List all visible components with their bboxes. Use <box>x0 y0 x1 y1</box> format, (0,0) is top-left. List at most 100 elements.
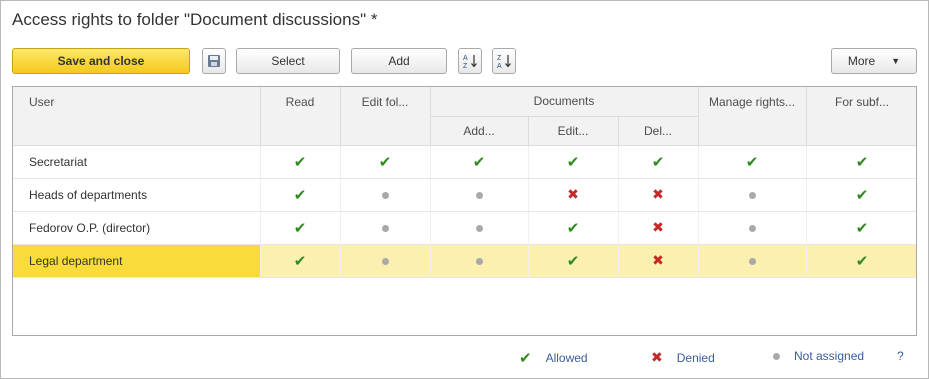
table-row[interactable]: Heads of departments ✔ ✖ ✖ ✔ <box>13 178 916 212</box>
check-icon: ✔ <box>472 153 486 171</box>
legend-denied-link[interactable]: Denied <box>677 351 715 365</box>
check-icon: ✔ <box>651 153 665 171</box>
cell-change-folder[interactable] <box>340 244 431 278</box>
sort-ascending-icon: A Z <box>463 55 477 69</box>
check-icon: ✔ <box>293 153 307 171</box>
check-icon: ✔ <box>566 153 580 171</box>
cell-read[interactable]: ✔ <box>260 244 341 278</box>
sort-descending-icon: Z A <box>497 55 511 69</box>
check-icon: ✔ <box>855 153 869 171</box>
dot-icon <box>748 191 756 199</box>
column-header-delete[interactable]: Del... <box>618 116 699 146</box>
cell-read[interactable]: ✔ <box>260 178 341 212</box>
cell-subfolders[interactable]: ✔ <box>806 145 916 179</box>
row-user-name[interactable]: Fedorov O.P. (director) <box>13 211 261 245</box>
cell-change-folder[interactable] <box>340 178 431 212</box>
cell-read[interactable]: ✔ <box>260 145 341 179</box>
check-icon: ✔ <box>566 219 580 237</box>
more-menu-button[interactable]: More ▼ <box>831 48 917 74</box>
row-user-name[interactable]: Legal department <box>13 244 261 278</box>
check-icon: ✔ <box>519 350 532 367</box>
column-group-documents: Documents <box>430 87 699 117</box>
legend-allowed-link[interactable]: Allowed <box>546 351 588 365</box>
cell-delete[interactable]: ✖ <box>618 244 699 278</box>
column-header-manage-rights[interactable]: Manage rights... <box>698 87 807 146</box>
legend-not-assigned-link[interactable]: Not assigned <box>794 349 864 363</box>
legend: ✔ Allowed ✖ Denied Not assigned ? <box>1 349 929 367</box>
more-label: More <box>847 54 876 68</box>
cross-icon: ✖ <box>652 219 664 235</box>
help-link[interactable]: ? <box>897 349 904 363</box>
table-row[interactable]: Fedorov O.P. (director) ✔ ✔ ✖ ✔ <box>13 211 916 245</box>
cell-read[interactable]: ✔ <box>260 211 341 245</box>
add-button[interactable]: Add <box>351 48 447 74</box>
svg-text:A: A <box>463 55 468 62</box>
cell-add[interactable] <box>430 178 529 212</box>
dot-icon <box>475 224 483 232</box>
cross-icon: ✖ <box>567 186 579 202</box>
cell-delete[interactable]: ✔ <box>618 145 699 179</box>
window-title: Access rights to folder "Document discus… <box>12 10 378 29</box>
legend-denied: ✖ Denied <box>651 349 715 366</box>
check-icon: ✔ <box>378 153 392 171</box>
cell-manage-rights[interactable] <box>698 178 807 212</box>
save-button[interactable] <box>202 48 226 74</box>
rights-table-body: Secretariat ✔ ✔ ✔ ✔ ✔ ✔ ✔ Heads of departments ✔ ✖… <box>13 145 916 278</box>
column-header-change-folder[interactable]: Edit fol... <box>340 87 431 146</box>
sort-ascending-button[interactable]: A Z <box>458 48 482 74</box>
table-row[interactable]: Legal department ✔ ✔ ✖ ✔ <box>13 244 916 278</box>
check-icon: ✔ <box>855 219 869 237</box>
column-header-subfolders[interactable]: For subf... <box>806 87 916 146</box>
cross-icon: ✖ <box>652 186 664 202</box>
check-icon: ✔ <box>566 252 580 270</box>
cross-icon: ✖ <box>651 349 663 365</box>
sort-descending-button[interactable]: Z A <box>492 48 516 74</box>
row-user-name[interactable]: Heads of departments <box>13 178 261 212</box>
dot-icon <box>381 257 389 265</box>
cell-add[interactable] <box>430 211 529 245</box>
toolbar: Save and close Select Add A Z Z A More ▼ <box>12 48 917 74</box>
floppy-disk-icon <box>208 55 220 67</box>
column-header-add[interactable]: Add... <box>430 116 529 146</box>
cell-change-folder[interactable]: ✔ <box>340 145 431 179</box>
cell-add[interactable]: ✔ <box>430 145 529 179</box>
row-user-name[interactable]: Secretariat <box>13 145 261 179</box>
cell-subfolders[interactable]: ✔ <box>806 211 916 245</box>
cell-edit[interactable]: ✔ <box>528 145 619 179</box>
cell-change-folder[interactable] <box>340 211 431 245</box>
cell-subfolders[interactable]: ✔ <box>806 178 916 212</box>
save-and-close-button[interactable]: Save and close <box>12 48 190 74</box>
cell-add[interactable] <box>430 244 529 278</box>
check-icon: ✔ <box>293 219 307 237</box>
cell-delete[interactable]: ✖ <box>618 211 699 245</box>
dot-icon <box>381 191 389 199</box>
check-icon: ✔ <box>855 186 869 204</box>
dot-icon <box>381 224 389 232</box>
check-icon: ✔ <box>293 252 307 270</box>
cell-manage-rights[interactable]: ✔ <box>698 145 807 179</box>
check-icon: ✔ <box>855 252 869 270</box>
legend-not-assigned: Not assigned <box>773 349 864 363</box>
cell-manage-rights[interactable] <box>698 244 807 278</box>
cell-edit[interactable]: ✖ <box>528 178 619 212</box>
dot-icon <box>773 352 780 360</box>
cell-manage-rights[interactable] <box>698 211 807 245</box>
column-header-read[interactable]: Read <box>260 87 341 146</box>
select-button[interactable]: Select <box>236 48 340 74</box>
check-icon: ✔ <box>293 186 307 204</box>
access-rights-window: Access rights to folder "Document discus… <box>0 0 929 379</box>
table-row[interactable]: Secretariat ✔ ✔ ✔ ✔ ✔ ✔ ✔ <box>13 145 916 179</box>
dot-icon <box>748 224 756 232</box>
dot-icon <box>748 257 756 265</box>
cross-icon: ✖ <box>652 252 664 268</box>
cell-delete[interactable]: ✖ <box>618 178 699 212</box>
cell-edit[interactable]: ✔ <box>528 244 619 278</box>
rights-table: User Read Edit fol... Documents Manage r… <box>12 86 917 336</box>
svg-text:Z: Z <box>497 55 502 62</box>
column-header-edit[interactable]: Edit... <box>528 116 619 146</box>
cell-edit[interactable]: ✔ <box>528 211 619 245</box>
cell-subfolders[interactable]: ✔ <box>806 244 916 278</box>
dot-icon <box>475 191 483 199</box>
svg-text:Z: Z <box>463 63 468 69</box>
column-header-user[interactable]: User <box>13 87 261 146</box>
